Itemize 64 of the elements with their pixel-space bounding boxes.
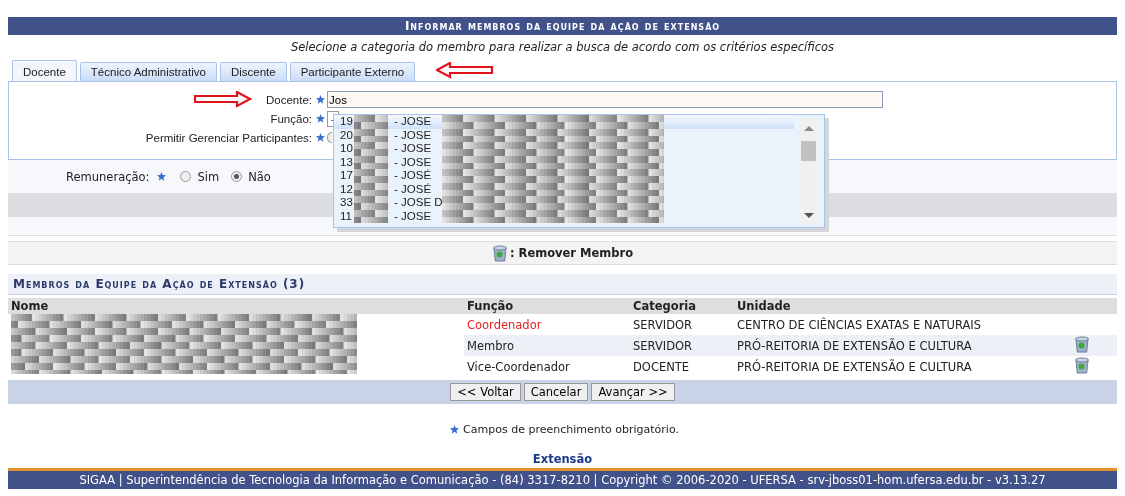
section-title: Membros da Equipe da Ação de Extensão (3)	[8, 274, 1117, 295]
redaction-blur	[354, 196, 388, 210]
suggestion-item[interactable]: 13 - JOSE	[334, 155, 794, 169]
legend-text: : Remover Membro	[509, 246, 634, 260]
suggestion-item[interactable]: 10 - JOSE	[334, 142, 794, 156]
table-cell: PRÓ-REITORIA DE EXTENSÃO E CULTURA	[737, 338, 972, 353]
column-header: Categoria	[630, 298, 734, 314]
radio-button[interactable]	[180, 171, 192, 182]
tab[interactable]: Técnico Administrativo	[79, 62, 217, 81]
required-star-icon	[316, 114, 325, 123]
table-cell: Membro	[467, 338, 514, 353]
docente-field[interactable]: Jos	[327, 91, 883, 108]
remove-icon[interactable]	[1074, 356, 1090, 374]
nav-button[interactable]: Cancelar	[523, 383, 589, 401]
required-star-icon	[157, 172, 167, 181]
suggestion-item[interactable]: 17 - JOSÉ	[334, 169, 794, 183]
redaction-blur	[354, 115, 388, 129]
suggestion-item[interactable]: 20 - JOSE	[334, 128, 794, 142]
required-note: Campos de preenchimento obrigatório.	[463, 423, 679, 436]
redaction-blur	[354, 155, 388, 169]
required-star-icon	[450, 425, 460, 434]
column-header: Unidade	[734, 298, 1071, 314]
suggestion-item[interactable]: 33 - JOSE D	[334, 196, 794, 210]
instruction-text: Selecione a categoria do membro para realizar a busca de acordo com os critérios específicos	[289, 39, 836, 56]
required-star-icon	[316, 95, 325, 104]
table-cell: DOCENTE	[633, 359, 690, 374]
remove-icon[interactable]	[1074, 335, 1090, 353]
redaction-blur	[354, 209, 388, 223]
suggestion-item[interactable]: 12 - JOSÉ	[334, 182, 794, 196]
table-cell: PRÓ-REITORIA DE EXTENSÃO E CULTURA	[737, 359, 972, 374]
table-cell: Coordenador	[467, 317, 542, 332]
annotation-arrow	[193, 91, 252, 108]
option-label: Sim	[197, 169, 220, 184]
redaction-blur	[354, 128, 388, 142]
table-cell: Vice-Coordenador	[467, 359, 570, 374]
module-name: Extensão	[531, 452, 594, 466]
column-header: Nome	[8, 298, 464, 314]
option-label: Não	[248, 169, 271, 184]
field-label: Permitir Gerenciar Participantes:	[145, 131, 312, 144]
annotation-arrow	[436, 62, 495, 79]
required-star-icon	[316, 133, 325, 142]
redaction-blur	[354, 142, 388, 156]
nav-button[interactable]: Avançar >>	[591, 383, 675, 401]
tab[interactable]: Docente	[12, 60, 77, 81]
scrollbar[interactable]	[799, 118, 818, 224]
nav-button[interactable]: << Voltar	[450, 383, 521, 401]
redaction-blur	[354, 182, 388, 196]
radio-button[interactable]	[327, 132, 332, 143]
suggestion-item[interactable]: 11 - JOSE	[334, 209, 794, 223]
field-label: Docente:	[265, 93, 312, 106]
field-label: Função:	[270, 112, 312, 125]
trash-icon[interactable]	[491, 244, 508, 262]
page-title: Informar membros da equipe da ação de extensão	[8, 17, 1117, 35]
tab[interactable]: Discente	[219, 62, 287, 81]
redaction-blur	[354, 169, 388, 183]
table-cell: SERVIDOR	[633, 317, 693, 332]
table-cell: CENTRO DE CIÊNCIAS EXATAS E NATURAIS	[737, 317, 982, 332]
footer-text: SIGAA | Superintendência de Tecnologia da Informação e Comunicação - (84) 3317-8210 | Copyright © 2006-2020 - UFERSA - srv-jboss01-hom.ufersa.edu.br - v3.13.27	[8, 468, 1117, 489]
tab[interactable]: Participante Externo	[289, 62, 416, 81]
radio-button[interactable]	[231, 171, 243, 182]
field-label: Remuneração:	[66, 169, 150, 184]
table-cell: SERVIDOR	[633, 338, 693, 353]
suggestion-item[interactable]: 19 - JOSE	[334, 115, 794, 129]
column-header: Função	[464, 298, 630, 314]
